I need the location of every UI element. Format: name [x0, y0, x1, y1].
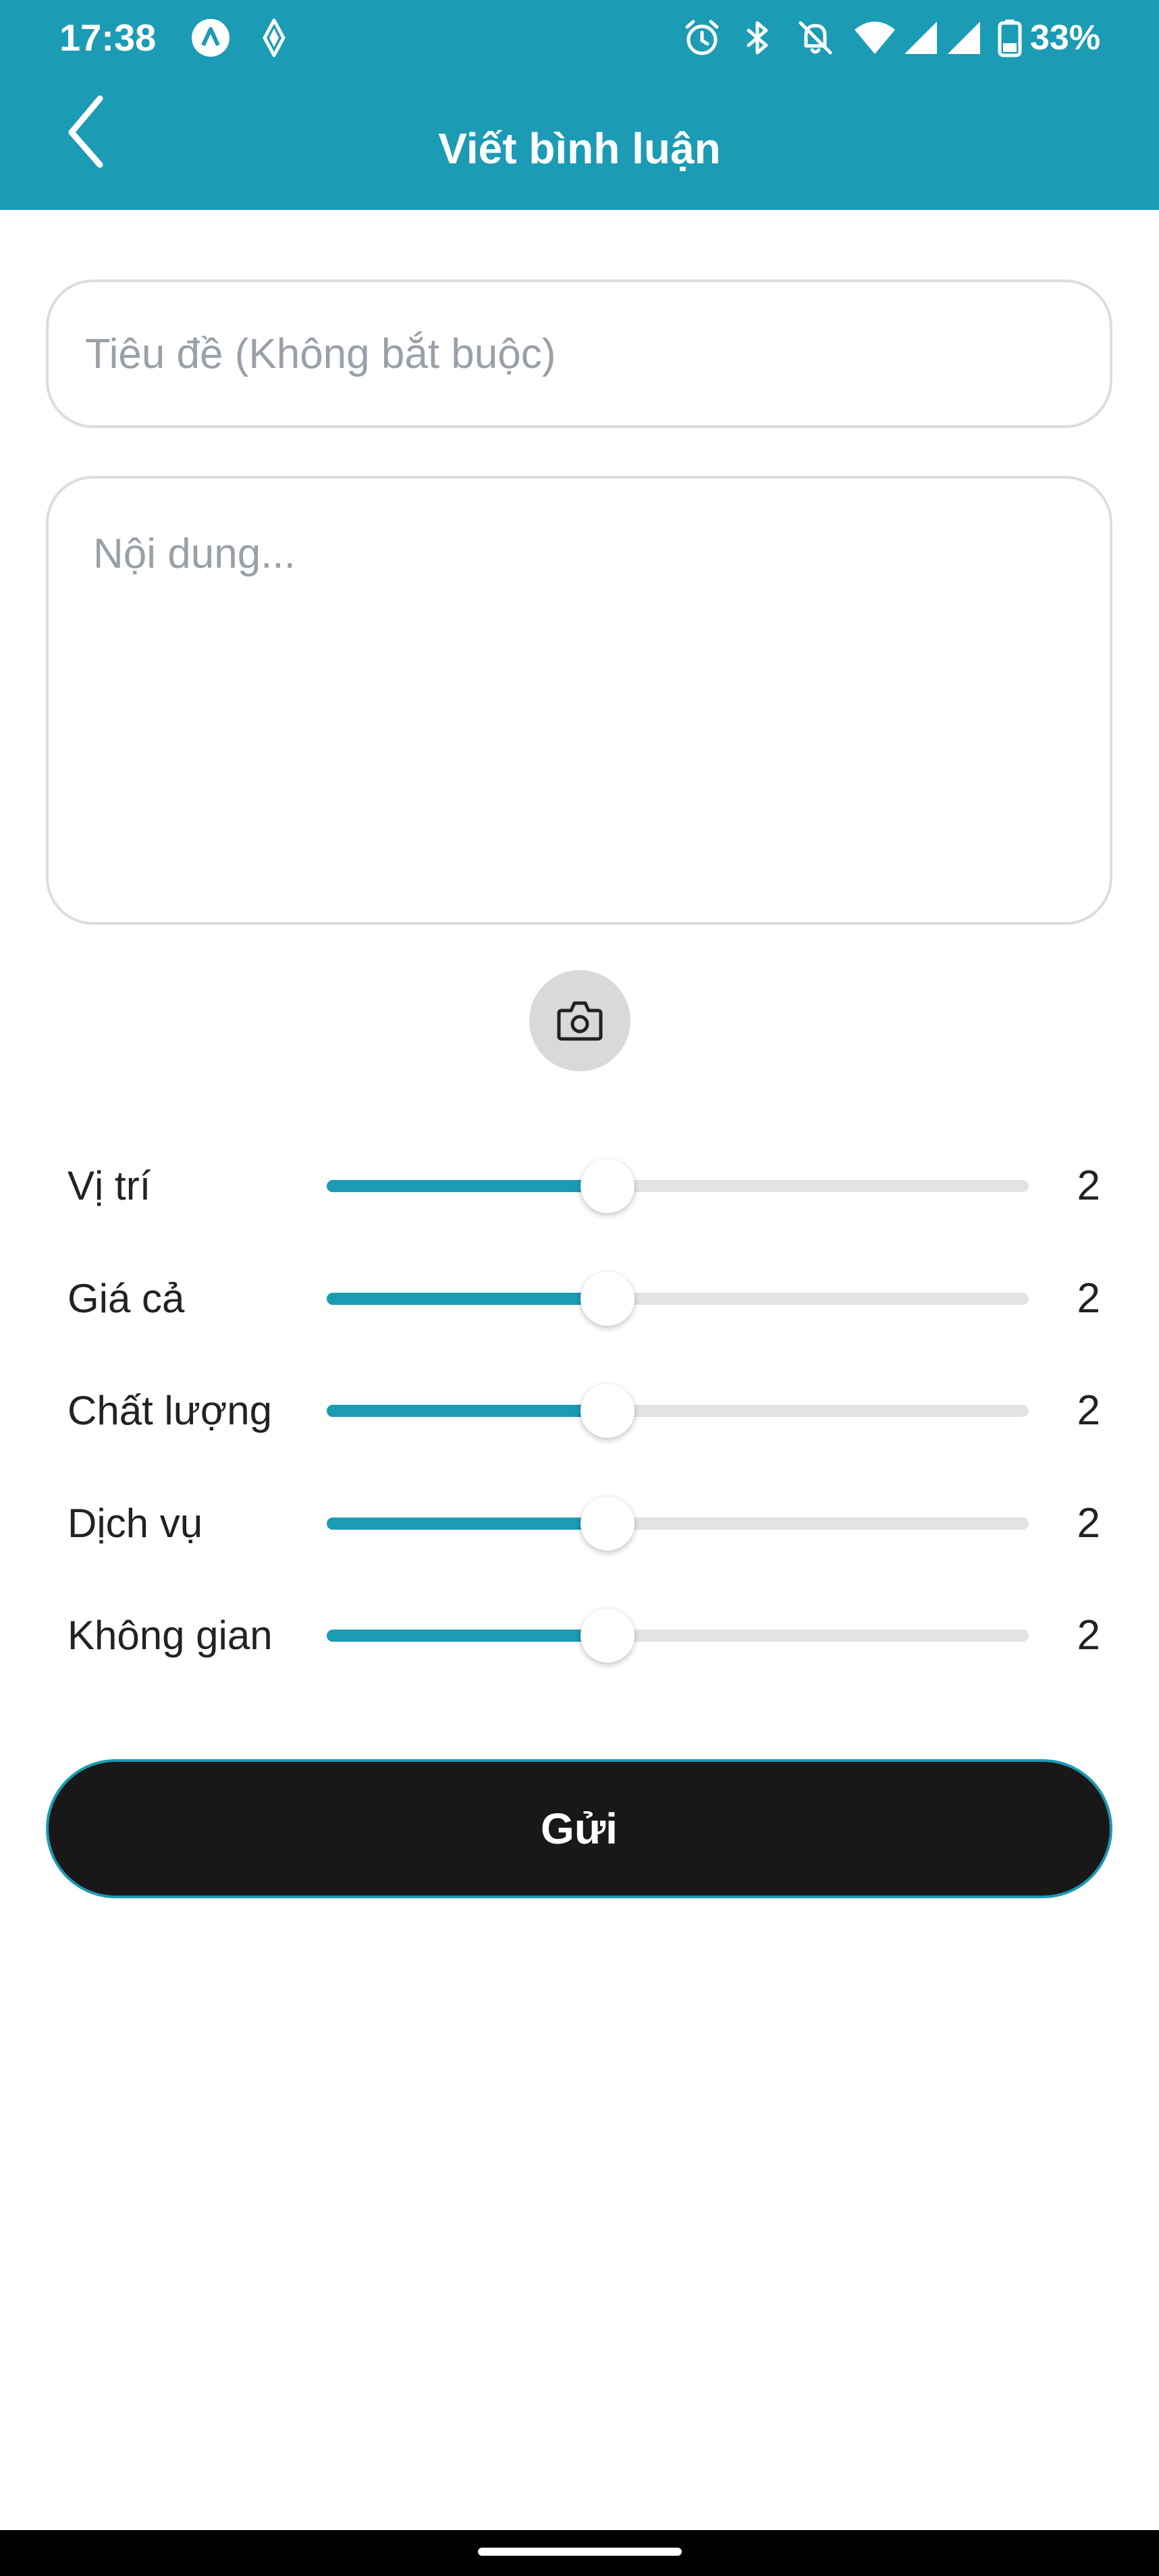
slider-fill — [327, 1518, 608, 1530]
home-indicator[interactable] — [478, 2548, 682, 2556]
price-slider[interactable] — [327, 1272, 1029, 1326]
title-input[interactable] — [46, 279, 1112, 428]
wifi-icon — [855, 22, 895, 54]
rating-row-space: Không gian 2 — [0, 1595, 1159, 1676]
page-title: Viết bình luận — [438, 124, 721, 173]
slider-fill — [327, 1293, 608, 1305]
rating-row-price: Giá cả 2 — [0, 1258, 1159, 1339]
slider-fill — [327, 1405, 608, 1417]
rating-label: Chất lượng — [68, 1388, 272, 1433]
service-slider[interactable] — [327, 1497, 1029, 1551]
alarm-icon — [685, 20, 719, 55]
location-slider[interactable] — [327, 1159, 1029, 1213]
slider-fill — [327, 1630, 608, 1642]
quality-slider[interactable] — [327, 1384, 1029, 1438]
rating-value: 2 — [1077, 1387, 1100, 1434]
slider-thumb[interactable] — [581, 1609, 635, 1663]
battery-icon — [998, 20, 1022, 57]
add-photo-button[interactable] — [529, 970, 630, 1071]
camera-icon — [557, 1001, 603, 1041]
signal-icon — [905, 22, 937, 54]
rating-value: 2 — [1077, 1275, 1100, 1322]
slider-thumb[interactable] — [581, 1159, 635, 1213]
app-header: 17:38 33% Viết bình luận — [0, 0, 1159, 210]
rating-value: 2 — [1077, 1162, 1100, 1209]
status-time: 17:38 — [59, 16, 157, 59]
rating-row-service: Dịch vụ 2 — [0, 1483, 1159, 1564]
app-diamond-icon — [263, 18, 286, 57]
system-navigation-bar — [0, 2530, 1159, 2576]
rating-label: Dịch vụ — [68, 1501, 203, 1546]
slider-fill — [327, 1180, 608, 1192]
submit-button[interactable]: Gửi — [46, 1759, 1112, 1898]
battery-percentage: 33% — [1030, 18, 1101, 57]
status-bar: 17:38 33% — [0, 0, 1159, 76]
signal-icon — [948, 22, 980, 54]
rating-value: 2 — [1077, 1500, 1100, 1547]
bluetooth-icon — [747, 21, 768, 55]
rating-label: Giá cả — [68, 1276, 185, 1321]
rating-row-location: Vị trí 2 — [0, 1146, 1159, 1227]
slider-thumb[interactable] — [581, 1384, 635, 1438]
slider-thumb[interactable] — [581, 1272, 635, 1326]
app-a-icon — [192, 19, 230, 57]
rating-label: Vị trí — [68, 1163, 151, 1208]
content-input[interactable] — [46, 476, 1112, 925]
notifications-off-icon — [799, 21, 832, 55]
rating-value: 2 — [1077, 1612, 1100, 1659]
slider-thumb[interactable] — [581, 1497, 635, 1551]
space-slider[interactable] — [327, 1609, 1029, 1663]
rating-label: Không gian — [68, 1613, 273, 1658]
rating-row-quality: Chất lượng 2 — [0, 1370, 1159, 1451]
